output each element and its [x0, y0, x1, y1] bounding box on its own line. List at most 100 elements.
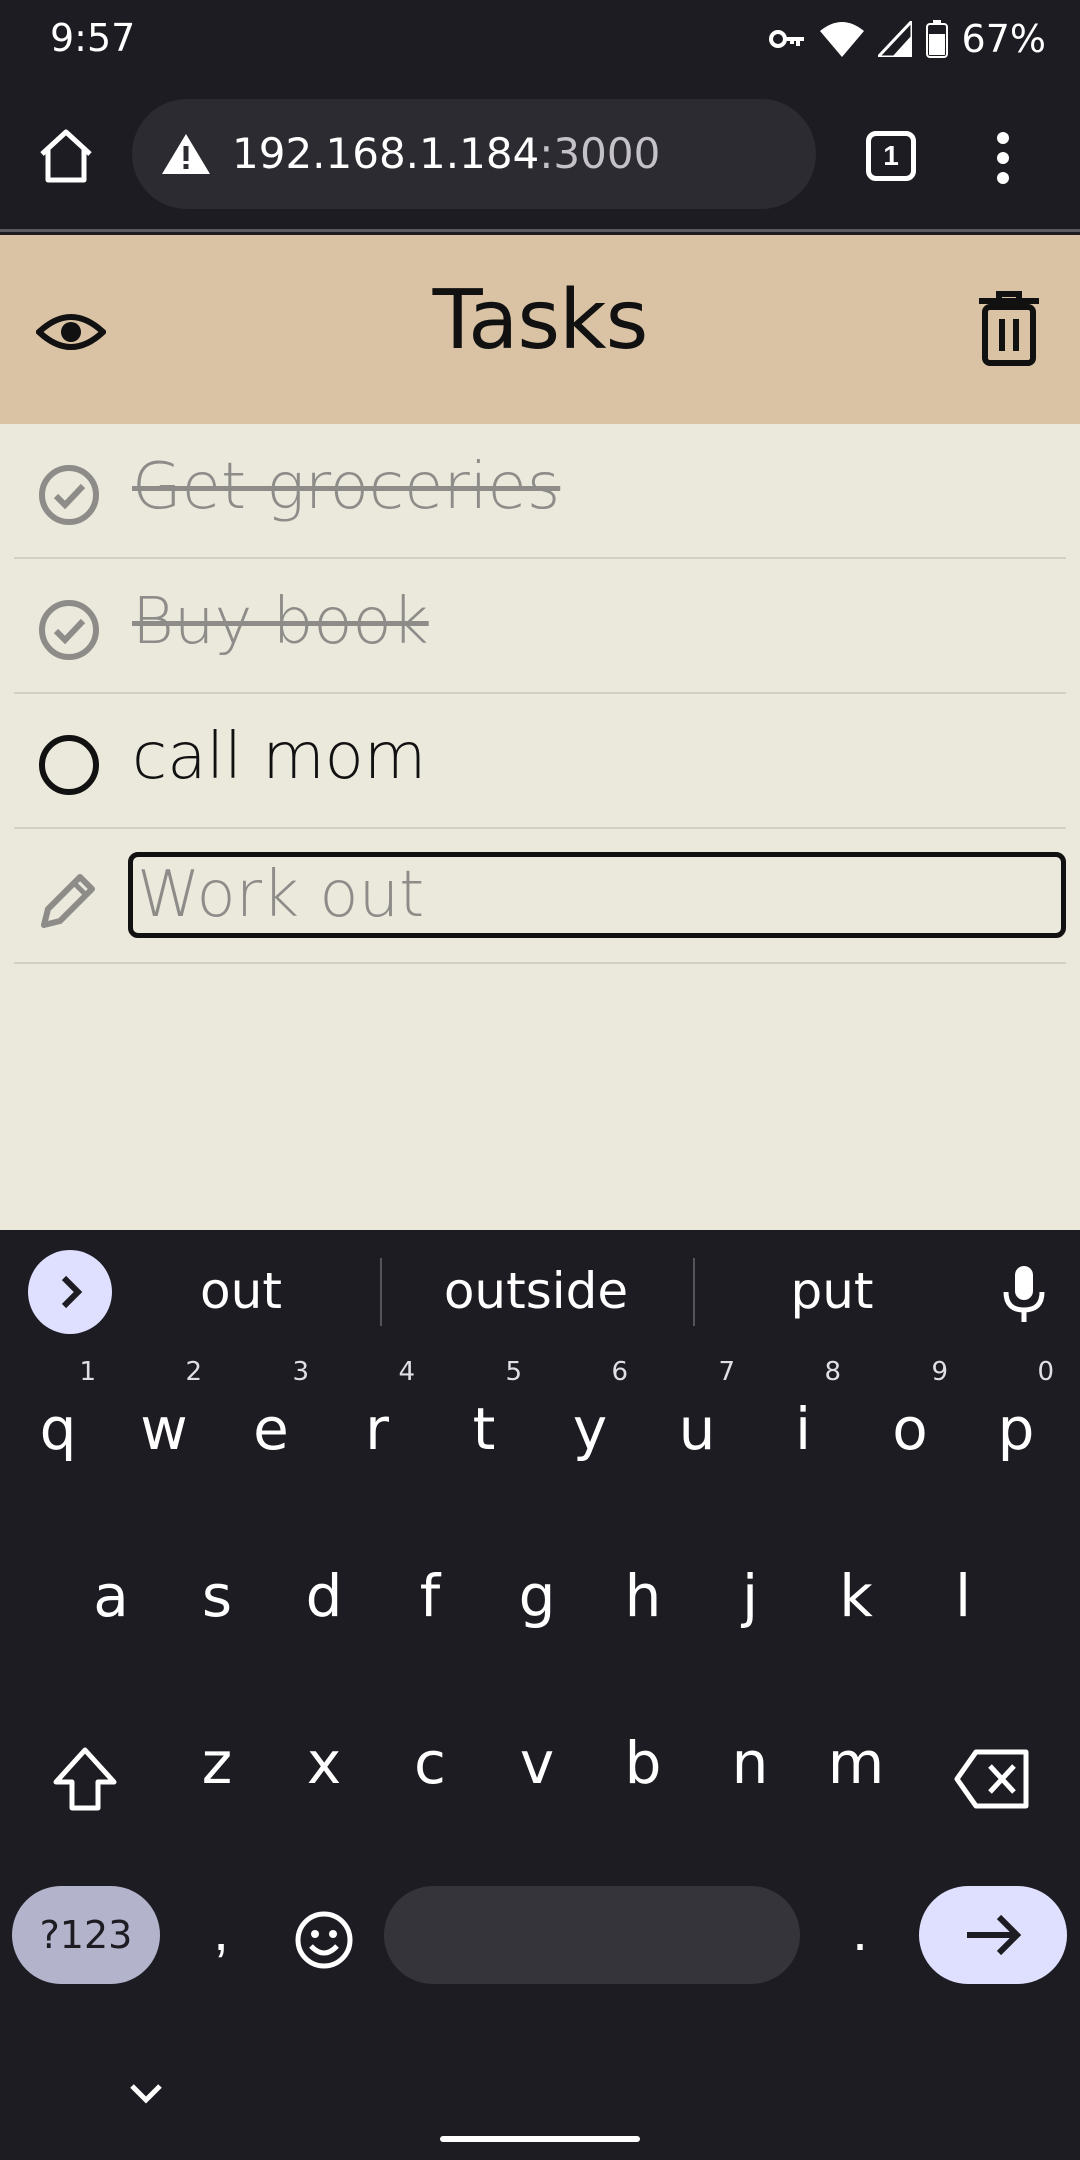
key-hint: 8 — [824, 1357, 841, 1387]
task-label[interactable]: Get groceries — [132, 450, 560, 524]
key-x[interactable]: x — [274, 1689, 374, 1819]
suggestion-bar: out outside put — [0, 1230, 1080, 1350]
url-text: 192.168.1.184:3000 — [232, 129, 660, 178]
battery-icon — [925, 20, 948, 58]
key-char: l — [954, 1562, 972, 1630]
key-q[interactable]: 1q — [8, 1355, 108, 1485]
check-circle-icon[interactable] — [38, 599, 100, 661]
key-r[interactable]: 4r — [327, 1355, 427, 1485]
key-char: a — [93, 1562, 129, 1630]
key-hint: 5 — [505, 1357, 522, 1387]
key-char: u — [678, 1395, 716, 1463]
task-list: Get groceries Buy book call mom — [0, 424, 1080, 1230]
tab-switcher-button[interactable]: 1 — [866, 131, 916, 181]
address-bar[interactable]: 192.168.1.184:3000 — [132, 99, 816, 209]
key-e[interactable]: 3e — [221, 1355, 321, 1485]
emoji-icon[interactable] — [294, 1910, 354, 1970]
key-p[interactable]: 0p — [966, 1355, 1066, 1485]
task-label[interactable]: call mom — [132, 720, 426, 794]
go-button[interactable] — [919, 1886, 1067, 1984]
suggestion-item[interactable]: outside — [436, 1262, 636, 1320]
key-char: j — [741, 1562, 759, 1630]
period-key[interactable]: . — [835, 1898, 885, 1978]
key-hint: 9 — [931, 1357, 948, 1387]
key-a[interactable]: a — [61, 1522, 161, 1652]
space-key[interactable] — [384, 1886, 800, 1984]
key-hint: 4 — [398, 1357, 415, 1387]
key-t[interactable]: 5t — [434, 1355, 534, 1485]
microphone-icon[interactable] — [1000, 1264, 1048, 1324]
key-w[interactable]: 2w — [114, 1355, 214, 1485]
key-char: i — [794, 1395, 812, 1463]
key-char: q — [39, 1395, 77, 1463]
keyboard: out outside put 1q 2w 3e 4r 5t 6y 7u 8i … — [0, 1230, 1080, 2160]
chevron-right-icon — [61, 1275, 83, 1309]
battery-percent: 67% — [961, 17, 1046, 61]
key-char: e — [253, 1395, 289, 1463]
cell-signal-icon — [877, 21, 912, 57]
key-hint: 0 — [1037, 1357, 1054, 1387]
key-hint: 6 — [611, 1357, 628, 1387]
home-icon[interactable] — [36, 126, 96, 186]
key-i[interactable]: 8i — [753, 1355, 853, 1485]
key-s[interactable]: s — [167, 1522, 267, 1652]
key-d[interactable]: d — [274, 1522, 374, 1652]
key-f[interactable]: f — [380, 1522, 480, 1652]
key-char: c — [414, 1729, 446, 1797]
status-time: 9:57 — [50, 16, 136, 60]
key-j[interactable]: j — [700, 1522, 800, 1652]
arrow-right-icon — [967, 1914, 1022, 1956]
more-menu-icon[interactable] — [988, 128, 1018, 188]
chevron-down-icon[interactable] — [126, 2078, 166, 2108]
trash-icon[interactable] — [975, 291, 1043, 367]
key-n[interactable]: n — [700, 1689, 800, 1819]
key-c[interactable]: c — [380, 1689, 480, 1819]
navigation-handle[interactable] — [440, 2136, 640, 2142]
expand-toolbar-button[interactable] — [28, 1250, 112, 1334]
new-task-input[interactable] — [128, 852, 1066, 938]
task-row[interactable]: call mom — [14, 694, 1066, 829]
warning-icon[interactable] — [160, 132, 212, 176]
key-hint: 1 — [79, 1357, 96, 1387]
task-row[interactable]: Get groceries — [14, 424, 1066, 559]
divider — [693, 1258, 695, 1326]
key-y[interactable]: 6y — [540, 1355, 640, 1485]
symbols-key[interactable]: ?123 — [12, 1886, 160, 1984]
key-hint: 7 — [718, 1357, 735, 1387]
task-row[interactable]: Buy book — [14, 559, 1066, 694]
key-v[interactable]: v — [487, 1689, 587, 1819]
page-title: Tasks — [432, 273, 649, 368]
key-char: h — [624, 1562, 662, 1630]
key-char: w — [140, 1395, 188, 1463]
vpn-key-icon — [768, 30, 804, 48]
key-char: t — [472, 1395, 496, 1463]
key-o[interactable]: 9o — [860, 1355, 960, 1485]
empty-circle-icon[interactable] — [38, 734, 100, 796]
suggestion-item[interactable]: put — [732, 1262, 932, 1320]
backspace-icon[interactable] — [954, 1748, 1030, 1810]
browser-toolbar: 192.168.1.184:3000 1 — [0, 78, 1080, 232]
check-circle-icon[interactable] — [38, 464, 100, 526]
comma-key[interactable]: , — [196, 1898, 246, 1978]
status-bar: 9:57 67% — [0, 0, 1080, 78]
key-m[interactable]: m — [806, 1689, 906, 1819]
key-u[interactable]: 7u — [647, 1355, 747, 1485]
key-char: g — [518, 1562, 556, 1630]
wifi-icon — [819, 22, 864, 57]
task-label[interactable]: Buy book — [132, 585, 429, 659]
key-char: o — [892, 1395, 928, 1463]
key-h[interactable]: h — [593, 1522, 693, 1652]
key-char: m — [827, 1729, 885, 1797]
url-port: :3000 — [539, 129, 661, 178]
key-b[interactable]: b — [593, 1689, 693, 1819]
key-hint: 2 — [185, 1357, 202, 1387]
key-k[interactable]: k — [806, 1522, 906, 1652]
key-z[interactable]: z — [167, 1689, 267, 1819]
key-g[interactable]: g — [487, 1522, 587, 1652]
key-char: r — [365, 1395, 389, 1463]
suggestion-item[interactable]: out — [141, 1262, 341, 1320]
key-l[interactable]: l — [913, 1522, 1013, 1652]
key-char: k — [839, 1562, 873, 1630]
key-char: s — [201, 1562, 233, 1630]
shift-icon[interactable] — [50, 1744, 120, 1814]
